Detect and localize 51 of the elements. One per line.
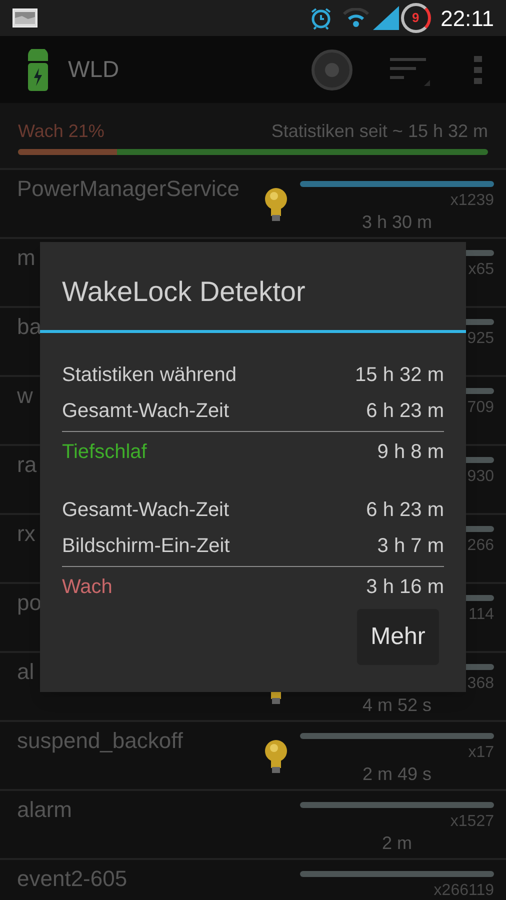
battery-ring-icon: 9 <box>400 3 431 33</box>
wakelock-name: alarm <box>17 797 72 822</box>
total-value: 9 h 8 m <box>377 440 444 465</box>
wakelock-count: 925 <box>467 330 494 347</box>
total-label: Wach <box>62 575 112 600</box>
wakelock-name: suspend_backoff <box>17 728 183 753</box>
app-title: WLD <box>68 55 120 84</box>
stat-label: Bildschirm-Ein-Zeit <box>62 534 230 559</box>
stat-value: 6 h 23 m <box>366 498 444 523</box>
wakelock-duration: 2 m 49 s <box>362 764 432 784</box>
wakelock-count: x17 <box>468 744 494 761</box>
stat-value: 3 h 7 m <box>377 534 444 559</box>
stat-label: Gesamt-Wach-Zeit <box>62 399 230 424</box>
wakelock-count: 266 <box>467 537 494 554</box>
clock: 22:11 <box>440 4 494 32</box>
stat-label: Statistiken während <box>62 363 237 388</box>
wakelock-count: 368 <box>467 675 494 692</box>
wakelock-name: po <box>17 590 42 615</box>
record-button-icon[interactable] <box>310 48 354 92</box>
stat-value: 6 h 23 m <box>366 399 444 424</box>
wakelock-count: x266119 <box>434 882 494 899</box>
total-label: Tiefschlaf <box>62 440 147 465</box>
wakelock-name: ba <box>17 314 42 339</box>
wakelock-name: ra <box>17 452 37 477</box>
stat-label: Gesamt-Wach-Zeit <box>62 498 230 523</box>
wakelock-name: event2-605 <box>17 866 128 891</box>
dialog-title: WakeLock Detektor <box>62 276 306 307</box>
wakelock-duration: 2 m <box>382 833 412 853</box>
wakelock-duration: 3 h 30 m <box>362 212 432 232</box>
wakelock-count: 709 <box>467 399 494 416</box>
wakelock-count: 114 <box>468 606 494 623</box>
wakelock-name: rx <box>17 521 36 546</box>
wakelock-name: PowerManagerService <box>17 176 240 201</box>
stat-value: 15 h 32 m <box>355 363 444 388</box>
total-value: 3 h 16 m <box>366 575 444 600</box>
statistics-since: Statistiken seit ~ 15 h 32 m <box>271 120 488 143</box>
wakelock-count: x1527 <box>450 813 494 830</box>
wake-percentage: Wach 21% <box>18 120 104 143</box>
wakelock-name: w <box>17 383 33 408</box>
wifi-icon <box>342 8 369 28</box>
more-button[interactable]: Mehr <box>357 609 439 665</box>
wakelock-count: 930 <box>467 468 494 485</box>
picture-notification-icon <box>12 8 38 28</box>
alarm-clock-icon <box>308 6 333 30</box>
wakelock-name: m <box>17 245 36 270</box>
signal-icon <box>372 6 399 30</box>
overflow-menu-icon[interactable] <box>474 56 482 84</box>
wakelock-duration: 4 m 52 s <box>362 695 432 715</box>
wakelock-name: al <box>17 659 34 684</box>
wakelock-count: x65 <box>468 261 494 278</box>
wakelock-count: x1239 <box>450 192 494 209</box>
